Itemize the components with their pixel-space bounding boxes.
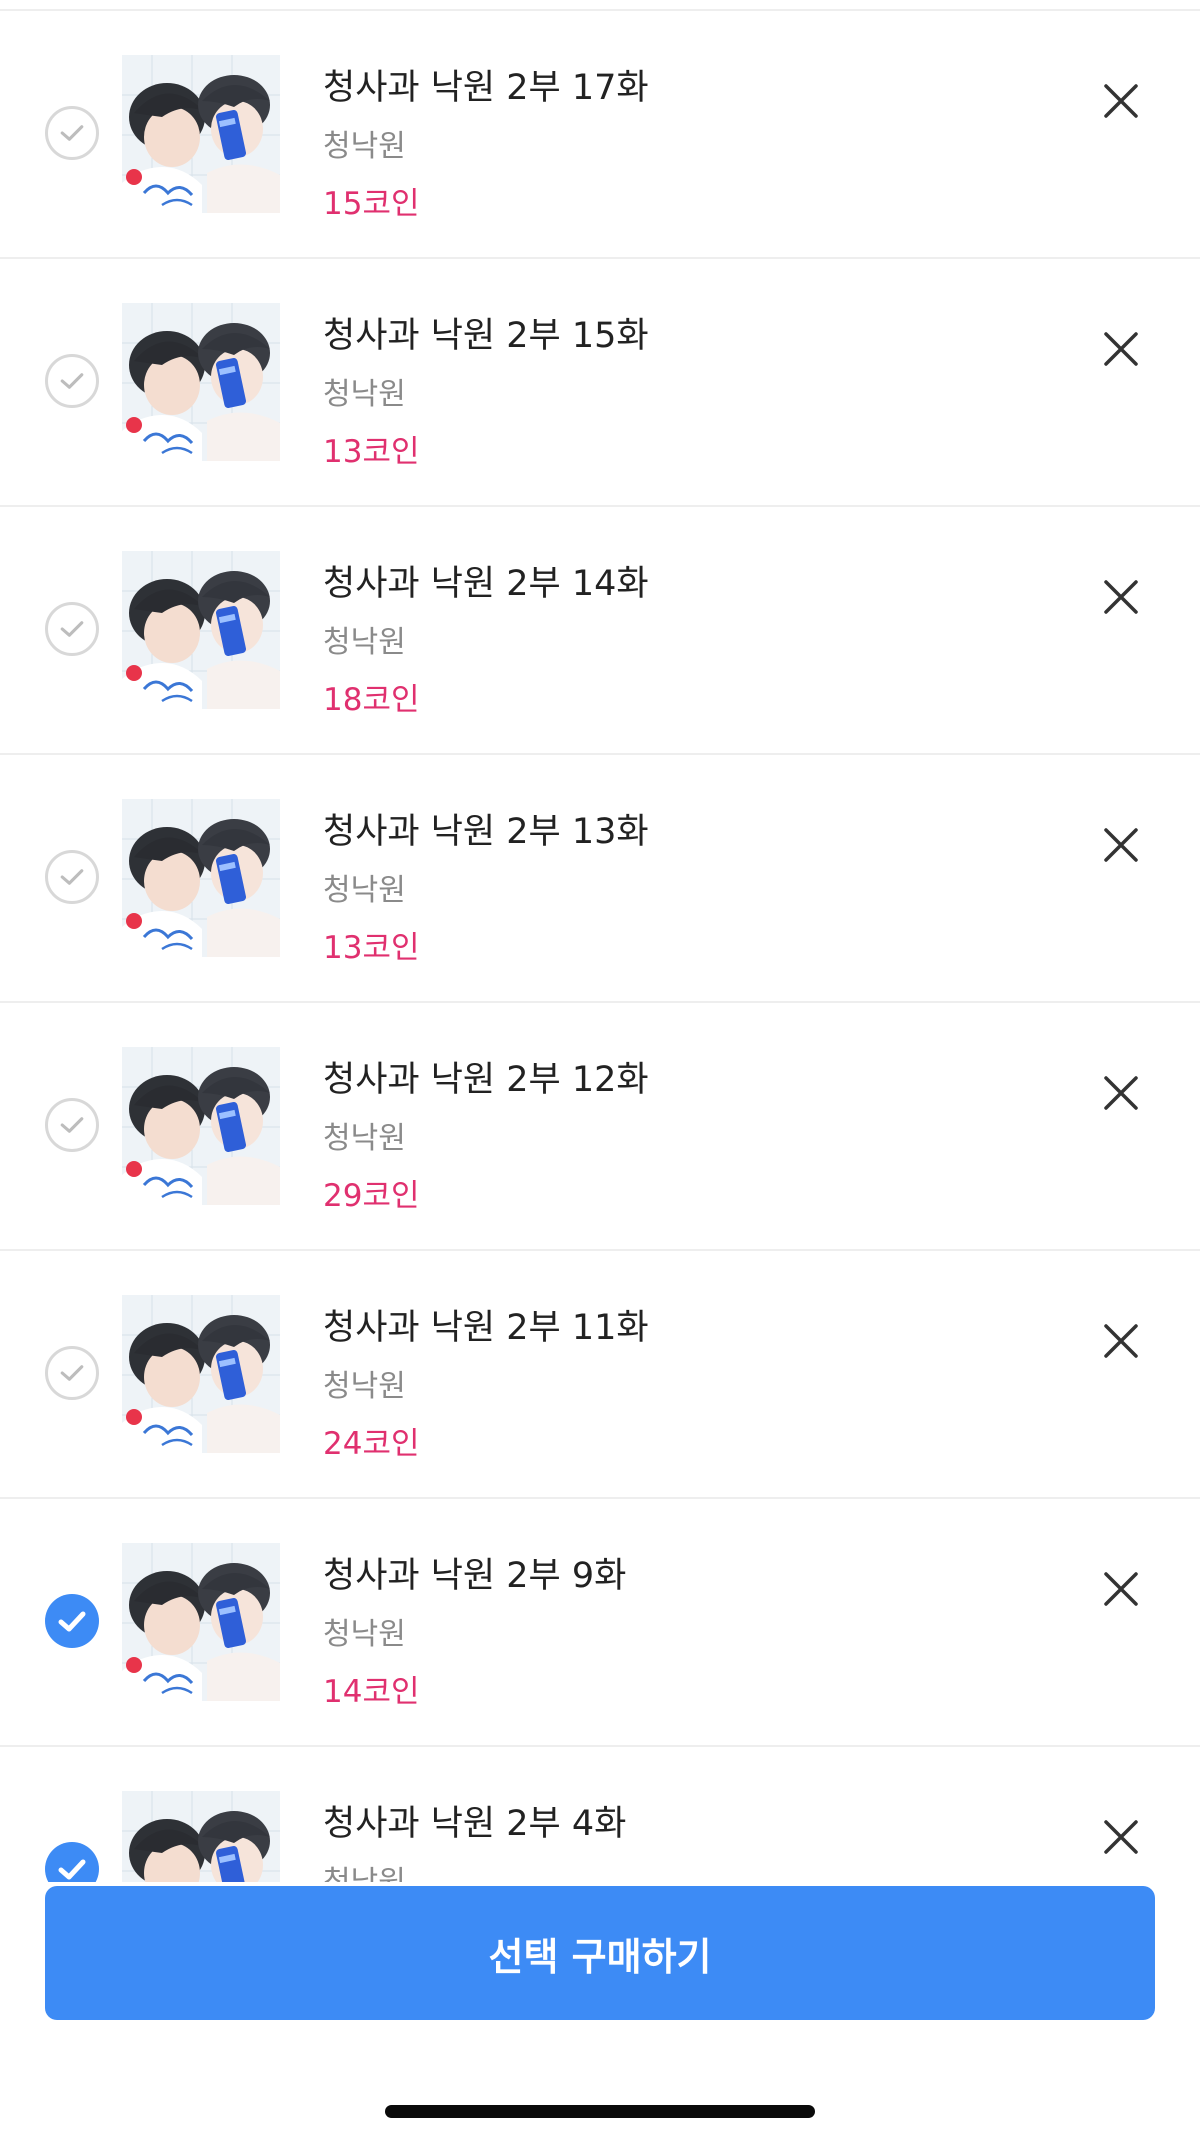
item-price: 18코인	[323, 682, 420, 718]
item-price: 15코인	[323, 186, 420, 222]
cover-thumbnail[interactable]	[122, 1047, 280, 1205]
item-title[interactable]: 청사과 낙원 2부 9화	[323, 1547, 626, 1598]
item-title[interactable]: 청사과 낙원 2부 12화	[323, 1051, 649, 1102]
check-circle-icon[interactable]	[45, 106, 99, 160]
item-title[interactable]: 청사과 낙원 2부 13화	[323, 803, 649, 854]
buy-selected-button[interactable]: 선택 구매하기	[45, 1886, 1155, 2020]
check-circle-icon[interactable]	[45, 1594, 99, 1648]
check-circle-icon[interactable]	[45, 1098, 99, 1152]
check-circle-icon[interactable]	[45, 1346, 99, 1400]
cart-item: 청사과 낙원 2부 14화 청낙원 18코인	[0, 507, 1200, 755]
cart-item: 청사과 낙원 2부 12화 청낙원 29코인	[0, 1003, 1200, 1251]
close-icon[interactable]	[1100, 1320, 1142, 1362]
cart-item: 청사과 낙원 2부 13화 청낙원 13코인	[0, 755, 1200, 1003]
close-icon[interactable]	[1100, 328, 1142, 370]
close-icon[interactable]	[1100, 1072, 1142, 1114]
check-circle-icon[interactable]	[45, 850, 99, 904]
close-icon[interactable]	[1100, 80, 1142, 122]
cart-item: 청사과 낙원 2부 15화 청낙원 13코인	[0, 259, 1200, 507]
item-author: 청낙원	[323, 873, 406, 908]
close-icon[interactable]	[1100, 1816, 1142, 1858]
check-circle-icon[interactable]	[45, 354, 99, 408]
item-author: 청낙원	[323, 1617, 406, 1652]
item-price: 13코인	[323, 930, 420, 966]
item-title[interactable]: 청사과 낙원 2부 17화	[323, 59, 649, 110]
cover-thumbnail[interactable]	[122, 551, 280, 709]
cart-item: 청사과 낙원 2부 17화 청낙원 15코인	[0, 11, 1200, 259]
close-icon[interactable]	[1100, 576, 1142, 618]
cover-thumbnail[interactable]	[122, 1295, 280, 1453]
item-price: 24코인	[323, 1426, 420, 1462]
item-title[interactable]: 청사과 낙원 2부 4화	[323, 1795, 626, 1846]
cover-thumbnail[interactable]	[122, 55, 280, 213]
cover-thumbnail[interactable]	[122, 303, 280, 461]
cart-item: 청사과 낙원 2부 9화 청낙원 14코인	[0, 1499, 1200, 1747]
item-title[interactable]: 청사과 낙원 2부 15화	[323, 307, 649, 358]
item-price: 13코인	[323, 434, 420, 470]
home-indicator	[385, 2105, 815, 2118]
item-author: 청낙원	[323, 377, 406, 412]
item-price: 14코인	[323, 1674, 420, 1710]
cover-thumbnail[interactable]	[122, 1543, 280, 1701]
check-circle-icon[interactable]	[45, 602, 99, 656]
cart-list: 청사과 낙원 2부 17화 청낙원 15코인 청사과 낙원 2부 15화 청낙원…	[0, 11, 1200, 1995]
item-title[interactable]: 청사과 낙원 2부 11화	[323, 1299, 649, 1350]
cover-thumbnail[interactable]	[122, 799, 280, 957]
item-author: 청낙원	[323, 625, 406, 660]
item-author: 청낙원	[323, 1121, 406, 1156]
item-author: 청낙원	[323, 129, 406, 164]
item-title[interactable]: 청사과 낙원 2부 14화	[323, 555, 649, 606]
close-icon[interactable]	[1100, 1568, 1142, 1610]
cart-item: 청사과 낙원 2부 11화 청낙원 24코인	[0, 1251, 1200, 1499]
item-price: 29코인	[323, 1178, 420, 1214]
close-icon[interactable]	[1100, 824, 1142, 866]
item-author: 청낙원	[323, 1369, 406, 1404]
